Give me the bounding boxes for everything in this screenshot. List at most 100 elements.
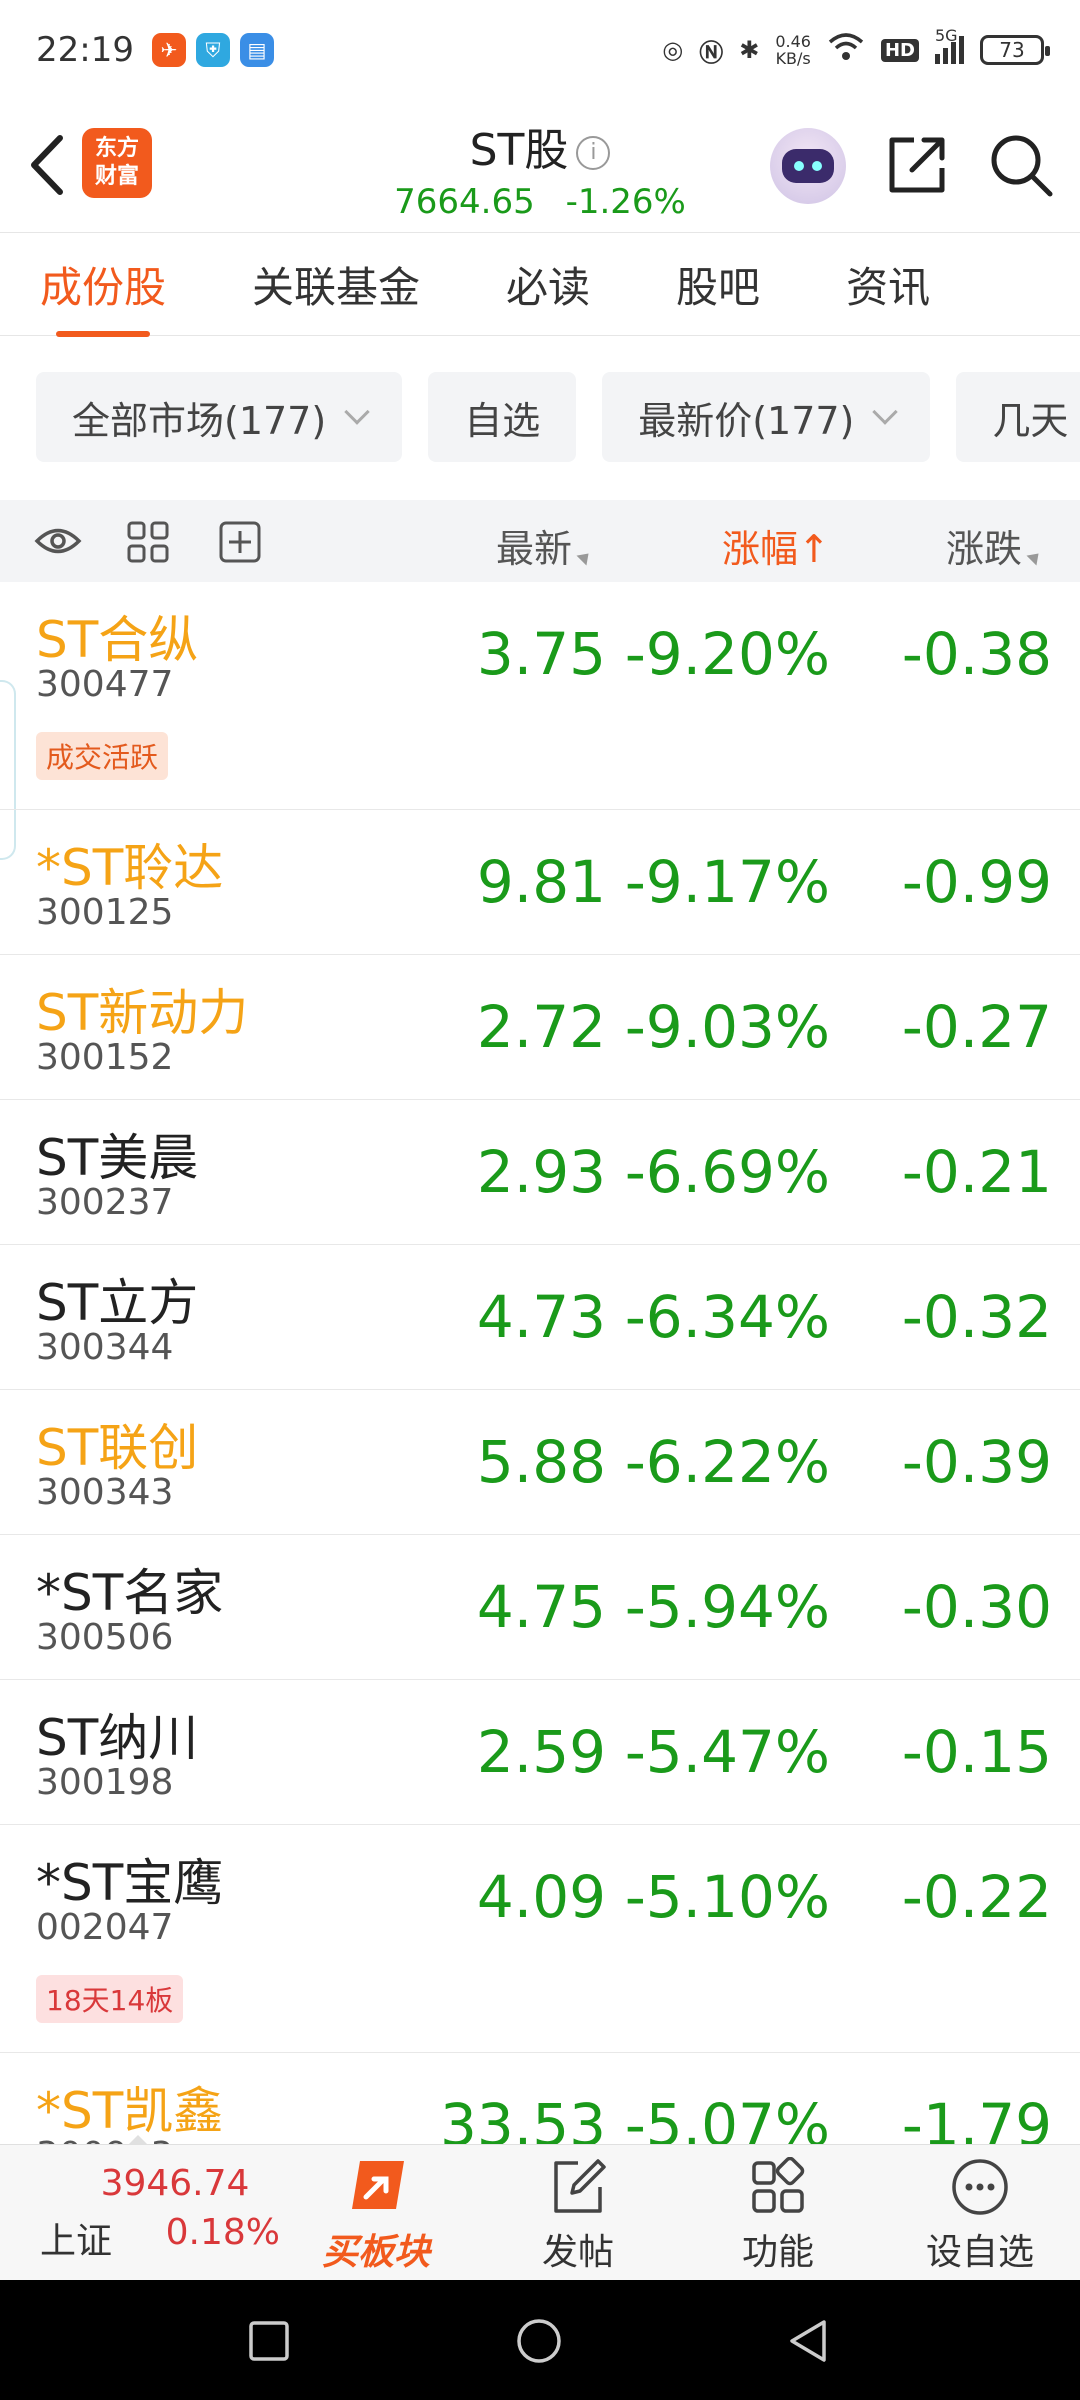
stock-change-pct: -6.34% xyxy=(624,1283,830,1351)
price-filter-label: 最新价(177) xyxy=(638,398,855,443)
add-box-icon[interactable] xyxy=(218,520,262,564)
stock-name: *ST聆达 xyxy=(36,839,224,897)
column-header: 最新 涨幅↑ 涨跌 xyxy=(0,500,1080,582)
stock-code: 300343 xyxy=(36,1472,174,1513)
stock-change-amt: -0.30 xyxy=(901,1573,1052,1641)
stock-code: 300344 xyxy=(36,1327,174,1368)
search-button[interactable] xyxy=(988,132,1054,202)
stock-list: ST合纵 300477 成交活跃 3.75 -9.20% -0.38 *ST聆达 300125… xyxy=(0,582,1080,2198)
stock-price: 9.81 xyxy=(476,848,606,916)
bottom-bar: 3946.74 上证 0.18% 买板块 发帖 功能 设自选 xyxy=(0,2135,1080,2280)
stock-row[interactable]: ST合纵 300477 成交活跃 3.75 -9.20% -0.38 xyxy=(0,582,1080,810)
chevron-down-icon xyxy=(344,399,370,425)
watchlist-filter[interactable]: 自选 xyxy=(428,372,577,462)
calendar-app-icon: ▤ xyxy=(239,33,274,67)
sort-icon xyxy=(1026,548,1044,566)
tab-stock-forum[interactable]: 股吧 xyxy=(676,254,760,315)
expand-indicator[interactable] xyxy=(128,2135,148,2145)
add-watchlist-button[interactable]: 设自选 xyxy=(910,2157,1050,2275)
tab-must-read[interactable]: 必读 xyxy=(506,254,590,315)
stock-name: ST纳川 xyxy=(36,1709,199,1767)
buy-sector-icon xyxy=(352,2161,404,2209)
status-bar: 22:19 ✈ ⛨ ▤ ◎ Ⓝ ✱ 0.46 KB/s HD 5G 73 xyxy=(0,0,1080,100)
stock-name: ST立方 xyxy=(36,1274,199,1332)
days-filter[interactable]: 几天 xyxy=(956,372,1080,462)
sh-index-pct: 0.18% xyxy=(165,2212,280,2253)
stock-row[interactable]: ST美晨 300237 2.93 -6.69% -0.21 xyxy=(0,1100,1080,1245)
stock-row[interactable]: *ST名家 300506 4.75 -5.94% -0.30 xyxy=(0,1535,1080,1680)
stock-tag-badge: 18天14板 xyxy=(36,1975,184,2023)
sh-index-name: 上证 xyxy=(40,2221,113,2262)
eye-icon[interactable] xyxy=(34,520,82,562)
net-speed-unit: KB/s xyxy=(775,49,811,68)
apps-icon xyxy=(752,2157,805,2213)
stock-name: ST联创 xyxy=(36,1419,199,1477)
page-title: ST股 xyxy=(469,125,569,176)
buy-sector-button[interactable]: 买板块 xyxy=(306,2157,446,2275)
market-filter[interactable]: 全部市场(177) xyxy=(36,372,403,462)
shield-icon: ⛨ xyxy=(195,33,230,67)
signal-icon: 5G xyxy=(935,26,964,64)
tab-news[interactable]: 资讯 xyxy=(846,254,930,315)
column-change-pct[interactable]: 涨幅↑ xyxy=(722,518,830,573)
stock-price: 5.88 xyxy=(476,1428,606,1496)
battery-icon: 73 xyxy=(980,35,1050,65)
stock-name: *ST名家 xyxy=(36,1564,224,1622)
home-icon[interactable] xyxy=(516,2318,562,2364)
column-latest-label: 最新 xyxy=(496,527,573,571)
sort-icon xyxy=(576,548,594,566)
assistant-robot-icon[interactable] xyxy=(770,128,846,204)
stock-row[interactable]: ST新动力 300152 2.72 -9.03% -0.27 xyxy=(0,955,1080,1100)
stock-change-amt: -0.38 xyxy=(901,620,1052,688)
stock-price: 4.73 xyxy=(476,1283,606,1351)
share-button[interactable] xyxy=(884,132,950,202)
share-icon xyxy=(889,137,945,193)
stock-change-pct: -9.20% xyxy=(624,620,830,688)
post-label: 发帖 xyxy=(541,2232,614,2273)
stock-change-pct: -6.69% xyxy=(624,1138,830,1206)
stock-name: ST美晨 xyxy=(36,1129,199,1187)
sh-index-value: 3946.74 xyxy=(100,2163,250,2204)
chevron-down-icon xyxy=(872,399,899,425)
stock-change-amt: -0.27 xyxy=(901,993,1052,1061)
index-value: 7664.65 xyxy=(394,182,535,222)
stock-code: 300152 xyxy=(36,1037,174,1078)
stock-price: 2.59 xyxy=(476,1718,606,1786)
edit-icon xyxy=(554,2159,606,2213)
stock-price: 3.75 xyxy=(476,620,606,688)
stock-change-amt: -0.99 xyxy=(901,848,1052,916)
shanghai-index[interactable]: 3946.74 上证 0.18% xyxy=(40,2163,280,2264)
stock-code: 300506 xyxy=(36,1617,174,1658)
column-latest[interactable]: 最新 xyxy=(496,518,594,573)
network-type: 5G xyxy=(935,26,958,45)
stock-change-pct: -9.17% xyxy=(624,848,830,916)
grid-icon[interactable] xyxy=(126,520,170,564)
hotspot-icon: ◎ xyxy=(662,36,684,64)
stock-row[interactable]: ST立方 300344 4.73 -6.34% -0.32 xyxy=(0,1245,1080,1390)
add-watchlist-label: 设自选 xyxy=(925,2232,1034,2273)
stock-tag-badge: 成交活跃 xyxy=(36,732,169,780)
functions-label: 功能 xyxy=(741,2232,814,2273)
tab-related-funds[interactable]: 关联基金 xyxy=(252,254,420,315)
more-icon xyxy=(952,2159,1008,2215)
notification-app-icon: ✈ xyxy=(151,33,186,67)
stock-code: 300237 xyxy=(36,1182,174,1223)
stock-row[interactable]: ST纳川 300198 2.59 -5.47% -0.15 xyxy=(0,1680,1080,1825)
column-change-amt[interactable]: 涨跌 xyxy=(946,518,1044,573)
stock-row[interactable]: *ST聆达 300125 9.81 -9.17% -0.99 xyxy=(0,810,1080,955)
stock-name: ST新动力 xyxy=(36,984,249,1042)
stock-change-pct: -5.10% xyxy=(624,1863,830,1931)
price-filter[interactable]: 最新价(177) xyxy=(602,372,931,462)
wifi-icon xyxy=(827,32,865,68)
tab-constituents[interactable]: 成份股 xyxy=(40,254,166,315)
stock-change-pct: -9.03% xyxy=(624,993,830,1061)
filter-bar: 全部市场(177) 自选 最新价(177) 几天 xyxy=(36,372,1080,462)
stock-row[interactable]: *ST宝鹰 002047 18天14板 4.09 -5.10% -0.22 xyxy=(0,1825,1080,2053)
info-icon[interactable]: i xyxy=(576,136,611,170)
nfc-icon: Ⓝ xyxy=(699,38,724,67)
functions-button[interactable]: 功能 xyxy=(708,2157,848,2275)
post-button[interactable]: 发帖 xyxy=(508,2157,648,2275)
stock-row[interactable]: ST联创 300343 5.88 -6.22% -0.39 xyxy=(0,1390,1080,1535)
recents-icon[interactable] xyxy=(248,2320,290,2362)
back-nav-icon[interactable] xyxy=(786,2318,830,2364)
